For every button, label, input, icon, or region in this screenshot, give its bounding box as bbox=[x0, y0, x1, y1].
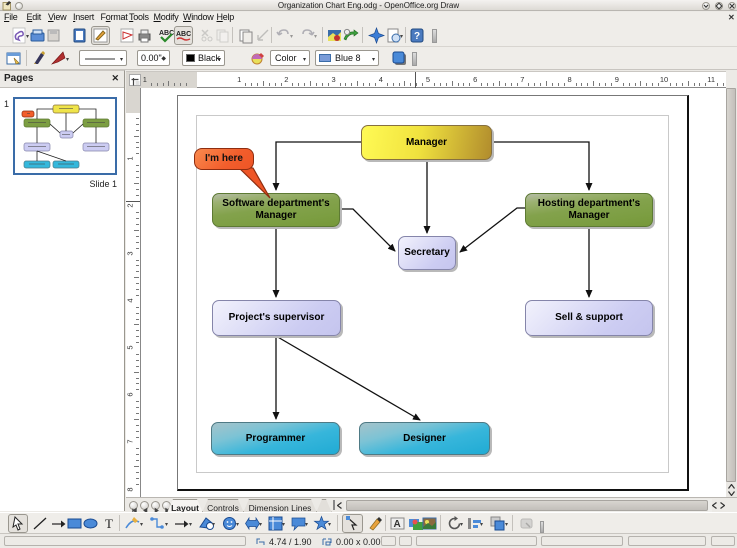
svg-text:?: ? bbox=[414, 31, 420, 42]
svg-text:A: A bbox=[394, 519, 401, 530]
svg-text:ABC: ABC bbox=[159, 30, 174, 37]
svg-text:ABC: ABC bbox=[176, 31, 191, 38]
svg-text:T: T bbox=[105, 516, 113, 531]
